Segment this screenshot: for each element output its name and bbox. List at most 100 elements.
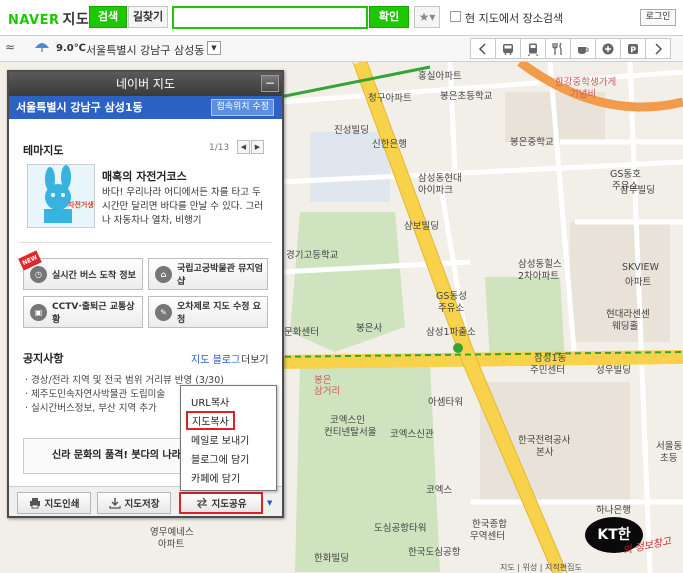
share-arrows-icon	[196, 497, 207, 509]
share-dropdown-arrow-icon[interactable]: ▼	[267, 499, 272, 507]
cctv-traffic-label: CCTV·출퇴근 교통상황	[52, 302, 135, 325]
restaurant-icon[interactable]	[545, 38, 571, 59]
minimize-button[interactable]: −	[261, 75, 279, 92]
map-label[interactable]: 한화빌딩	[314, 550, 349, 564]
map-label[interactable]: 청구아파트	[368, 90, 412, 104]
clock-icon: ◷	[30, 265, 47, 283]
share-map-button[interactable]: 지도공유	[179, 492, 263, 514]
map-label[interactable]: 코엑스신관	[390, 426, 434, 440]
map-label[interactable]: 홍실아파트	[418, 68, 462, 82]
current-map-search-checkbox[interactable]	[450, 11, 461, 22]
realtime-bus-button[interactable]: ◷ 실시간 버스 도착 정보	[23, 258, 143, 290]
print-map-label: 지도인쇄	[44, 499, 80, 510]
notice-title: 공지사항	[23, 352, 64, 365]
menu-item-cafe[interactable]: 카페에 담기	[191, 470, 240, 485]
promo-banner[interactable]: 신라 문화의 품격! 붓다의 나라로	[23, 438, 186, 474]
museum-shop-label: 국립고궁박물관 뮤지엄샵	[177, 264, 263, 287]
theme-description: 바다! 우리나라 어디에서든 차를 타고 두 시간만 달리면 바다를 만날 수 …	[102, 187, 263, 226]
map-label[interactable]: 웨딩홀	[612, 318, 638, 332]
prev-arrow-icon[interactable]: ◀	[237, 140, 250, 154]
notice-item[interactable]: · 실시간버스정보, 부산 지역 추가	[25, 400, 157, 414]
menu-item-url-copy[interactable]: URL복사	[191, 394, 229, 409]
map-label[interactable]: 봉은초등학교	[440, 88, 492, 102]
menu-item-blog[interactable]: 블로그에 담기	[191, 451, 249, 466]
cctv-traffic-button[interactable]: ▣ CCTV·출퇴근 교통상황	[23, 296, 143, 328]
theme-thumbnail[interactable]: 자전거생활	[27, 164, 101, 228]
hospital-icon[interactable]	[595, 38, 621, 59]
map-label[interactable]: SKVIEW	[622, 262, 659, 273]
map-label[interactable]: 초등	[660, 450, 677, 464]
edit-pencil-icon: ✎	[155, 303, 172, 321]
current-location: 서울특별시 강남구 삼성동	[86, 44, 205, 57]
subway-station-marker	[453, 343, 463, 353]
map-label[interactable]: 아이파크	[418, 182, 453, 196]
subway-icon[interactable]	[520, 38, 546, 59]
map-label[interactable]: 삼보빌딩	[404, 218, 439, 232]
edit-location-button[interactable]: 접속위치 수정	[211, 99, 274, 116]
museum-icon: ⌂	[155, 265, 172, 283]
realtime-bus-label: 실시간 버스 도착 정보	[52, 270, 136, 281]
temperature: 9.0℃	[56, 43, 86, 54]
current-map-search-label: 현 지도에서 장소검색	[465, 12, 564, 25]
map-label[interactable]: 봉은중학교	[510, 134, 554, 148]
map-label[interactable]: 아파트	[158, 536, 184, 550]
map-label[interactable]: 무역센터	[470, 528, 505, 542]
theme-name[interactable]: 매혹의 자전거코스	[102, 168, 187, 184]
map-label[interactable]: 봉은사	[356, 320, 382, 334]
map-label[interactable]: 삼성1파출소	[426, 324, 476, 338]
notice-more-link[interactable]: 더보기	[241, 351, 269, 366]
bus-icon[interactable]	[495, 38, 521, 59]
map-label[interactable]: 신한은행	[372, 136, 407, 150]
search-tab[interactable]: 검색	[89, 6, 127, 28]
map-label[interactable]: 코엑스	[426, 482, 452, 496]
map-label[interactable]: 2차아파트	[518, 268, 559, 282]
menu-item-email[interactable]: 메일로 보내기	[191, 432, 249, 447]
cafe-icon[interactable]	[570, 38, 596, 59]
map-label[interactable]: 컨티넨탈서울	[324, 424, 376, 438]
login-button[interactable]: 로그인	[640, 9, 676, 26]
map-blog-link[interactable]: 지도 블로그	[191, 351, 240, 366]
map-label[interactable]: 문화센터	[284, 324, 319, 338]
chevron-down-icon[interactable]: ▼	[207, 41, 221, 55]
map-type-strip[interactable]: 지도 | 위성 | 지적편집도	[500, 562, 582, 573]
map-label[interactable]: 삼거리	[314, 383, 340, 397]
confirm-button[interactable]: 확인	[369, 6, 409, 28]
notice-item[interactable]: · 경상/전라 지역 및 전국 범위 거리뷰 반영 (3/30)	[25, 372, 224, 386]
logo-sub-text: 지도	[62, 12, 90, 28]
svg-text:P: P	[630, 45, 636, 54]
map-label[interactable]: 도심공항타워	[374, 520, 426, 534]
print-map-button[interactable]: 지도인쇄	[17, 492, 91, 514]
map-label[interactable]: 한국도심공항	[408, 544, 460, 558]
map-label[interactable]: 본사	[536, 444, 553, 458]
map-label[interactable]: 아파트	[625, 274, 651, 288]
naver-logo[interactable]: NAVER 지도	[8, 9, 89, 29]
divider	[19, 242, 272, 243]
map-label[interactable]: 진성빌딩	[334, 122, 369, 136]
map-label[interactable]: 아셈타워	[428, 394, 463, 408]
top-search-bar: NAVER 지도 검색 길찾기 확인 ★▾ 현 지도에서 장소검색 로그인	[0, 0, 683, 36]
map-label[interactable]: 경기고등학교	[286, 247, 338, 261]
scroll-right-icon[interactable]	[645, 38, 671, 59]
notice-item[interactable]: · 제주도민속자연사박물관 도립미술	[25, 386, 165, 400]
save-map-button[interactable]: 지도저장	[97, 492, 171, 514]
map-label[interactable]: 기념비	[570, 86, 596, 100]
map-error-report-button[interactable]: ✎ 오차제로 지도 수정 요청	[148, 296, 268, 328]
collapse-chevron-icon[interactable]: ≈	[5, 40, 15, 54]
museum-shop-button[interactable]: ⌂ 국립고궁박물관 뮤지엄샵	[148, 258, 268, 290]
map-label[interactable]: 삼부빌딩	[620, 182, 655, 196]
menu-item-map-copy[interactable]: 지도복사	[186, 411, 235, 430]
map-label[interactable]: 성우빌딩	[596, 362, 631, 376]
share-dropdown-menu: URL복사 지도복사 메일로 보내기 블로그에 담기 카페에 담기	[180, 385, 277, 491]
theme-map-title: 테마지도	[23, 144, 64, 157]
map-label[interactable]: 주유소	[438, 300, 464, 314]
star-icon[interactable]: ★▾	[414, 6, 440, 28]
search-input[interactable]	[172, 6, 368, 29]
panel-location-bar: 서울특별시 강남구 삼성1동 접속위치 수정	[9, 96, 282, 119]
map-label[interactable]: 주민센터	[530, 362, 565, 376]
scroll-left-icon[interactable]	[470, 38, 496, 59]
parking-icon[interactable]: P	[620, 38, 646, 59]
panel-title: 네이버 지도	[115, 77, 175, 91]
route-tab[interactable]: 길찾기	[128, 6, 168, 28]
map-label[interactable]: 하나은행	[596, 502, 631, 516]
next-arrow-icon[interactable]: ▶	[251, 140, 264, 154]
